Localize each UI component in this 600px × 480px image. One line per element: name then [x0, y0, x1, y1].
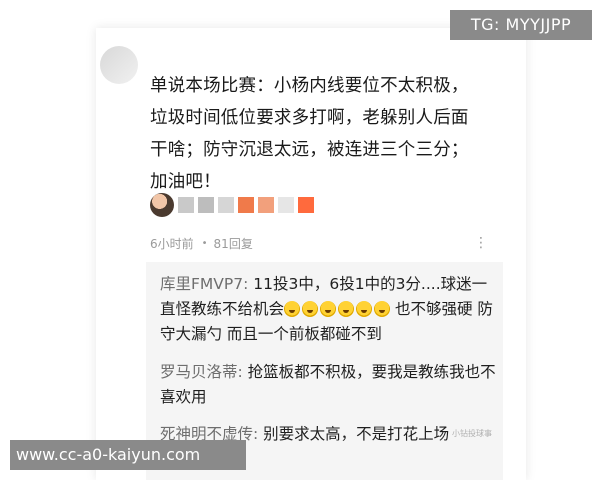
tg-watermark: TG: MYYJJPP [450, 10, 592, 40]
site-watermark: www.cc-a0-kaiyun.com [10, 440, 246, 470]
blurred-pixel [198, 197, 214, 213]
crying-emoji-icon [320, 301, 337, 317]
reactor-avatar[interactable] [150, 193, 174, 217]
reaction-row [150, 192, 314, 218]
user-avatar[interactable] [100, 46, 138, 84]
more-options-icon[interactable]: ⋮ [474, 235, 500, 251]
reply-author[interactable]: 罗马贝洛蒂: [160, 363, 243, 381]
blurred-pixel [178, 197, 194, 213]
crying-emoji-icon [356, 301, 373, 317]
crying-emoji-icon [302, 301, 319, 317]
blurred-pixel [258, 197, 274, 213]
reply-text: 别要求太高，不是打花上场 [258, 425, 450, 443]
reply-item[interactable]: 库里FMVP7: 11投3中，6投1中的3分....球迷一直怪教练不给机会 也不… [160, 272, 496, 347]
comment-meta: 6小时前 • 81回复 ⋮ [150, 234, 500, 252]
blurred-pixel [238, 197, 254, 213]
reply-author[interactable]: 库里FMVP7: [160, 275, 248, 293]
blurred-pixel [298, 197, 314, 213]
timestamp: 6小时前 [150, 236, 194, 251]
crying-emoji-icon [284, 301, 301, 317]
separator-dot: • [201, 237, 208, 249]
small-watermark: 小钻投球事 [452, 429, 492, 438]
comment-text: 单说本场比赛：小杨内线要位不太积极，垃圾时间低位要求多打啊，老躲别人后面干啥；防… [150, 76, 469, 192]
reply-item[interactable]: 罗马贝洛蒂: 抢篮板都不积极，要我是教练我也不喜欢用 [160, 360, 496, 410]
blurred-pixel [278, 197, 294, 213]
crying-emoji-icon [374, 301, 391, 317]
reply-count-link[interactable]: 81回复 [214, 235, 253, 252]
crying-emoji-icon [338, 301, 355, 317]
emoji-row [284, 301, 391, 317]
blurred-pixel [218, 197, 234, 213]
